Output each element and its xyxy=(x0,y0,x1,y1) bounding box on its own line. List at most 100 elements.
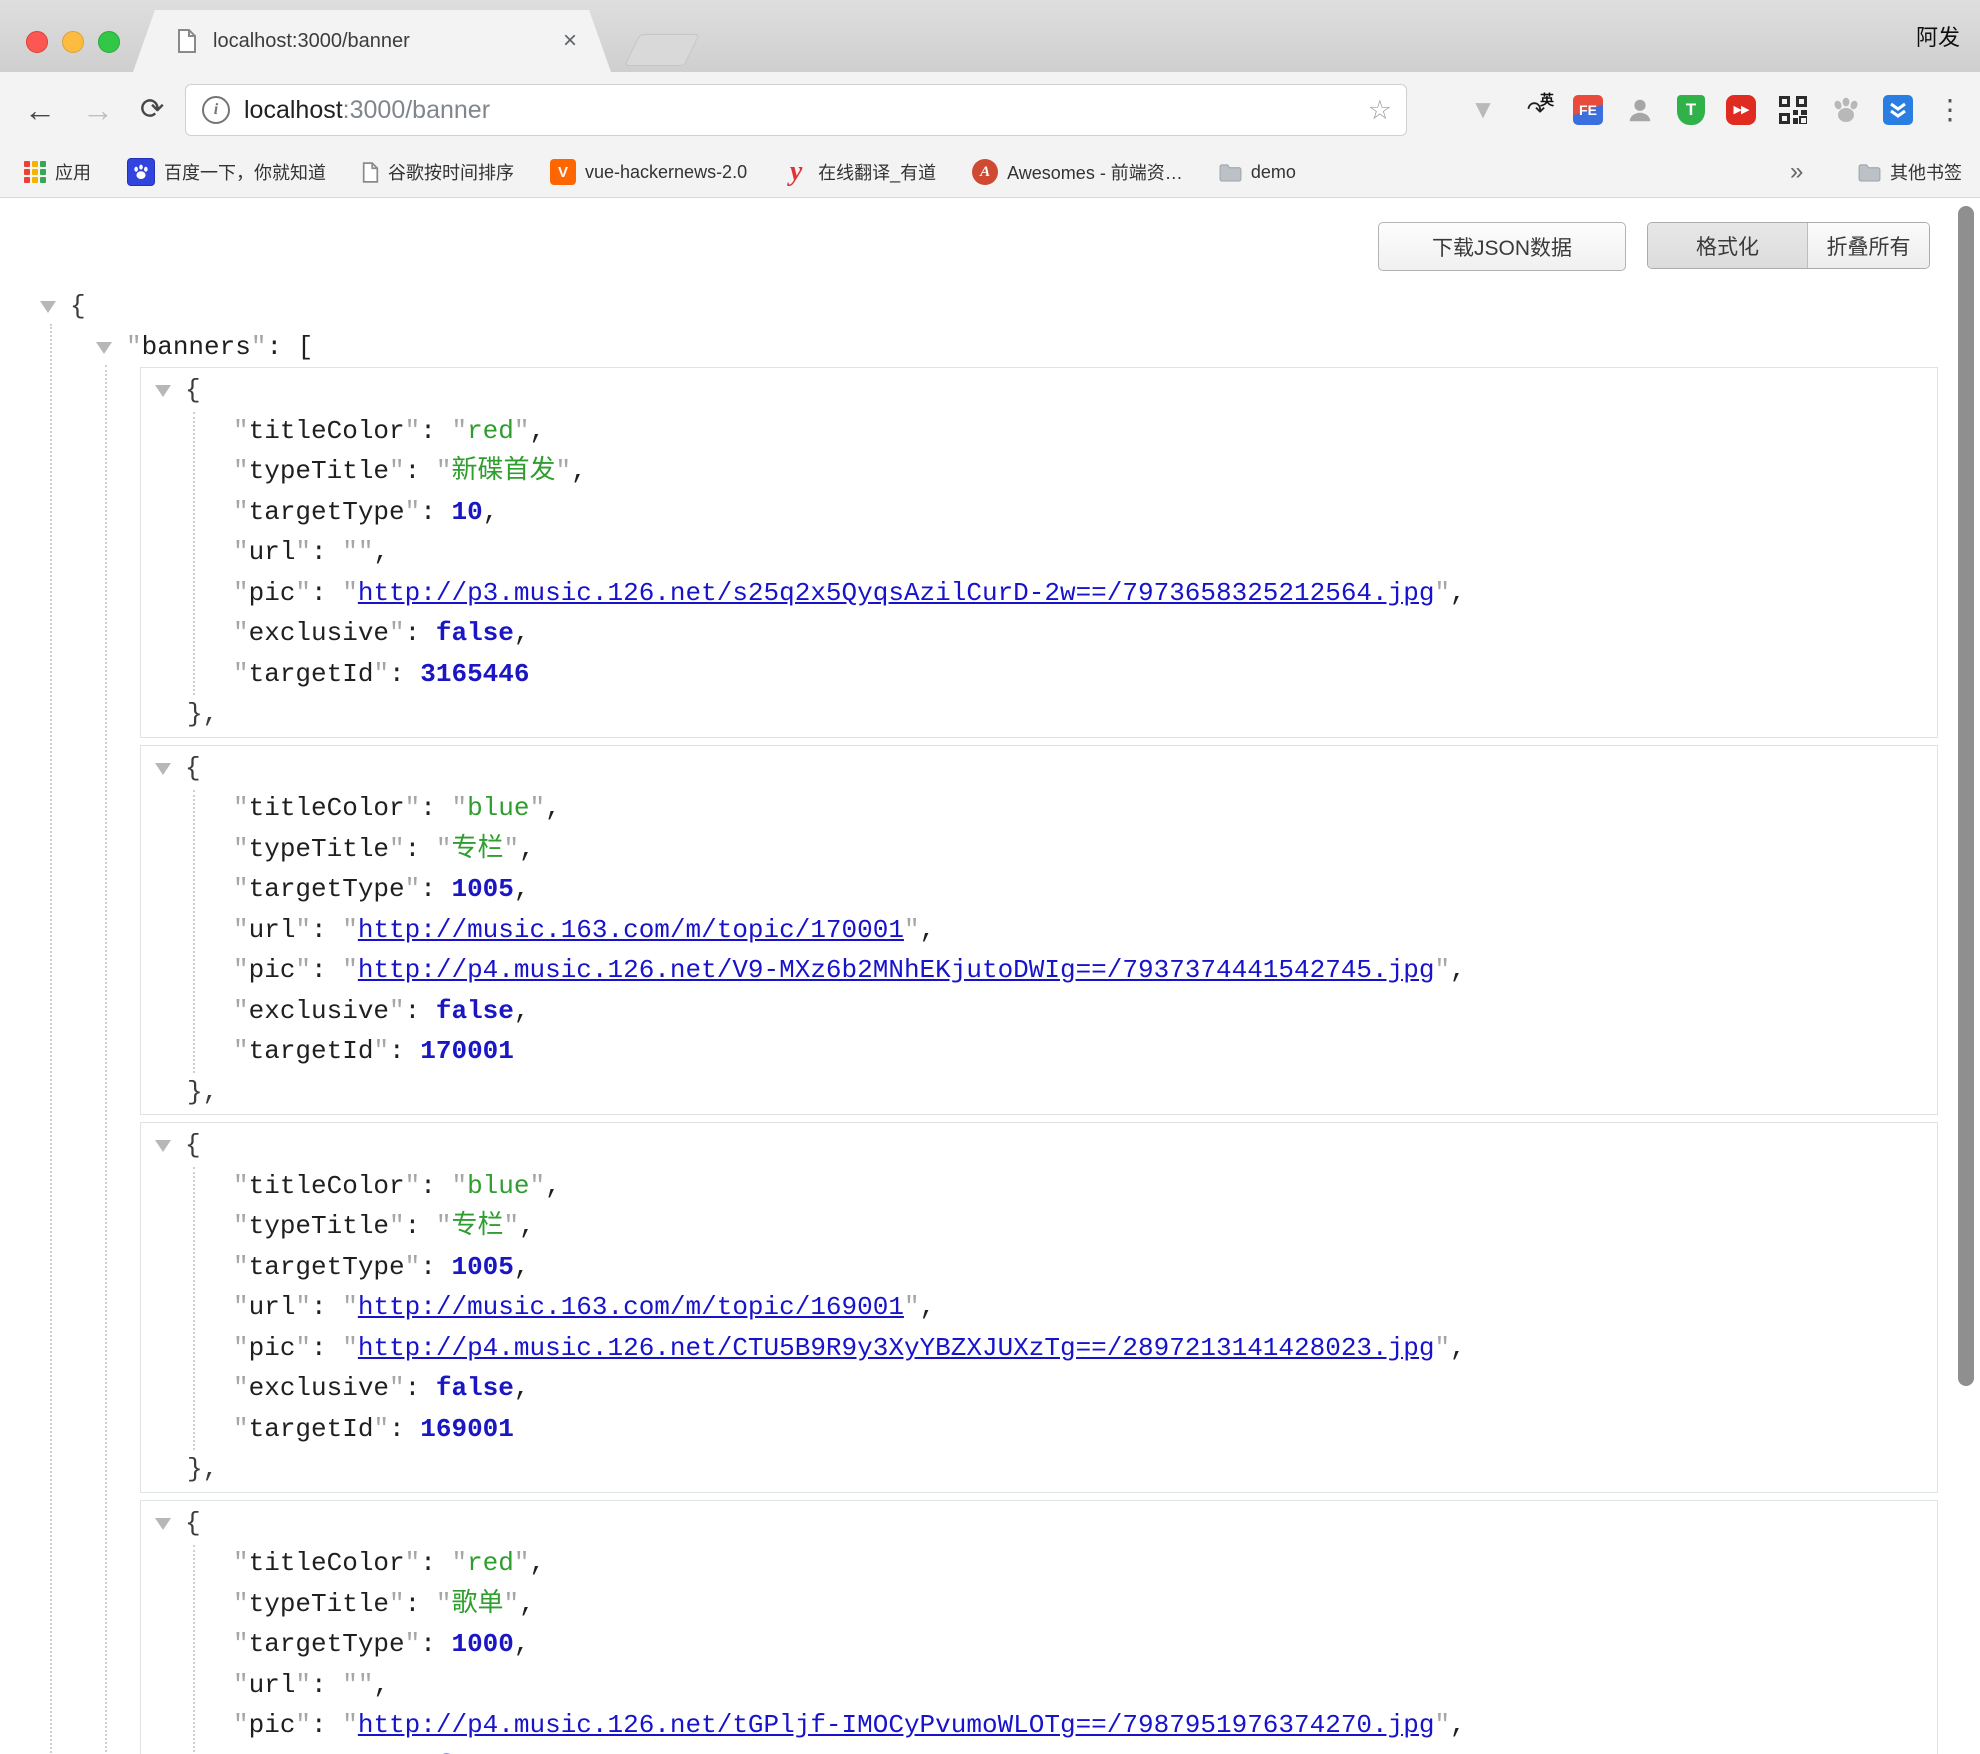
comma: , xyxy=(514,1751,530,1754)
bookmark-vue-hackernews[interactable]: V vue-hackernews-2.0 xyxy=(550,159,747,185)
quote: " xyxy=(342,955,358,985)
browser-menu-icon[interactable]: ⋮ xyxy=(1934,94,1966,126)
comma: , xyxy=(920,1292,936,1322)
quote: " xyxy=(233,874,249,904)
json-row: "pic": "http://p3.music.126.net/s25q2x5Q… xyxy=(141,573,1937,614)
translate-label: 英 xyxy=(1540,90,1554,110)
quote: " xyxy=(389,618,405,648)
bookmark-youdao[interactable]: y 在线翻译_有道 xyxy=(783,159,936,185)
back-icon[interactable]: ← xyxy=(24,94,56,126)
vertical-scrollbar-thumb[interactable] xyxy=(1958,206,1974,1386)
bookmark-baidu[interactable]: 百度一下，你就知道 xyxy=(127,158,326,186)
address-bar[interactable]: i localhost:3000/banner ☆ xyxy=(185,84,1407,136)
json-link[interactable]: http://p4.music.126.net/V9-MXz6b2MNhEKju… xyxy=(358,955,1435,985)
window-close-button[interactable] xyxy=(26,31,48,53)
json-key: titleColor xyxy=(249,1548,405,1578)
json-key: banners xyxy=(142,332,251,362)
collapse-triangle-icon[interactable] xyxy=(155,385,171,397)
json-close-brace-row: }, xyxy=(141,694,1937,735)
json-link[interactable]: http://p4.music.126.net/CTU5B9R9y3XyYBZX… xyxy=(358,1333,1435,1363)
qrcode-icon[interactable] xyxy=(1777,94,1809,126)
quote: " xyxy=(405,793,421,823)
quote: " xyxy=(233,659,249,689)
vue-devtools-icon[interactable]: ▼ xyxy=(1467,94,1499,126)
reload-icon[interactable]: ⟳ xyxy=(140,95,164,124)
bookmark-label: 应用 xyxy=(55,159,91,185)
proxy-person-icon[interactable] xyxy=(1624,94,1656,126)
bookmark-star-icon[interactable]: ☆ xyxy=(1368,95,1392,126)
colon: : xyxy=(311,955,342,985)
colon: : xyxy=(311,1333,342,1363)
fe-extension-icon[interactable]: FE xyxy=(1573,95,1603,125)
json-bool-value: false xyxy=(436,618,514,648)
profile-name[interactable]: 阿发 xyxy=(1916,20,1960,52)
collapse-triangle-icon[interactable] xyxy=(155,763,171,775)
quote: " xyxy=(233,1036,249,1066)
bookmark-apps[interactable]: 应用 xyxy=(24,159,91,185)
colon: : xyxy=(389,659,420,689)
json-key: exclusive xyxy=(249,1751,389,1754)
bookmarks-overflow-chevron[interactable]: » xyxy=(1790,158,1803,186)
quote: " xyxy=(233,618,249,648)
shield-extension-icon[interactable]: T xyxy=(1677,95,1705,125)
quote: " xyxy=(342,1292,358,1322)
quote: " xyxy=(904,1292,920,1322)
quote: " xyxy=(389,996,405,1026)
json-row: "typeTitle": "歌单", xyxy=(141,1584,1937,1625)
quote: " xyxy=(514,1548,530,1578)
json-row: "targetType": 10, xyxy=(141,492,1937,533)
json-link[interactable]: http://p3.music.126.net/s25q2x5QyqsAzilC… xyxy=(358,578,1435,608)
json-link[interactable]: http://music.163.com/m/topic/169001 xyxy=(358,1292,904,1322)
colon: : xyxy=(420,416,451,446)
json-row: "targetId": 170001 xyxy=(141,1031,1937,1072)
json-close-brace: }, xyxy=(187,699,218,729)
bookmark-awesomes[interactable]: A Awesomes - 前端资… xyxy=(972,159,1183,185)
colon: : xyxy=(405,456,436,486)
translate-icon[interactable]: ↷英 xyxy=(1520,94,1552,126)
colon: : xyxy=(311,578,342,608)
url-text[interactable]: localhost:3000/banner xyxy=(244,96,490,125)
colon: : xyxy=(420,1629,451,1659)
bookmark-google-sort[interactable]: 谷歌按时间排序 xyxy=(362,159,514,185)
quote: " xyxy=(295,578,311,608)
json-link[interactable]: http://p4.music.126.net/tGPljf-IMOCyPvum… xyxy=(358,1710,1435,1740)
other-bookmarks-folder[interactable]: 其他书签 xyxy=(1858,159,1962,185)
comma: , xyxy=(519,1589,535,1619)
collapse-triangle-icon[interactable] xyxy=(155,1140,171,1152)
json-row: "exclusive": false, xyxy=(141,613,1937,654)
json-link[interactable]: http://music.163.com/m/topic/170001 xyxy=(358,915,904,945)
json-row: "pic": "http://p4.music.126.net/CTU5B9R9… xyxy=(141,1328,1937,1369)
quote: " xyxy=(233,456,249,486)
json-open-brace: { xyxy=(185,753,201,783)
quote: " xyxy=(514,416,530,446)
video-extension-icon[interactable]: ▶▶ xyxy=(1726,95,1756,125)
comma: , xyxy=(514,996,530,1026)
quote: " xyxy=(436,1589,452,1619)
quote: " xyxy=(389,1211,405,1241)
indent-guide xyxy=(105,365,107,1754)
colon: : xyxy=(420,793,451,823)
window-minimize-button[interactable] xyxy=(62,31,84,53)
json-tree: { "banners": [ {"titleColor": "red","typ… xyxy=(0,198,1980,1754)
array-open: : [ xyxy=(266,332,313,362)
site-info-icon[interactable]: i xyxy=(202,96,230,124)
paw-extension-icon[interactable] xyxy=(1830,94,1862,126)
download-manager-icon[interactable] xyxy=(1883,95,1913,125)
json-number-value: 10 xyxy=(451,497,482,527)
window-zoom-button[interactable] xyxy=(98,31,120,53)
json-key: typeTitle xyxy=(249,1211,389,1241)
browser-tab[interactable]: localhost:3000/banner × xyxy=(133,10,611,72)
tab-close-icon[interactable]: × xyxy=(563,27,577,55)
json-string-value: 专栏 xyxy=(451,1211,503,1241)
colon: : xyxy=(311,537,342,567)
new-tab-button[interactable] xyxy=(624,34,700,66)
json-string-value: blue xyxy=(467,793,529,823)
url-host: localhost xyxy=(244,96,343,124)
window-titlebar: localhost:3000/banner × 阿发 xyxy=(0,0,1980,72)
json-bool-value: false xyxy=(436,1373,514,1403)
collapse-triangle-icon[interactable] xyxy=(40,301,56,313)
bookmark-demo-folder[interactable]: demo xyxy=(1219,162,1296,183)
collapse-triangle-icon[interactable] xyxy=(155,1518,171,1530)
quote: " xyxy=(233,1629,249,1659)
collapse-triangle-icon[interactable] xyxy=(96,342,112,354)
